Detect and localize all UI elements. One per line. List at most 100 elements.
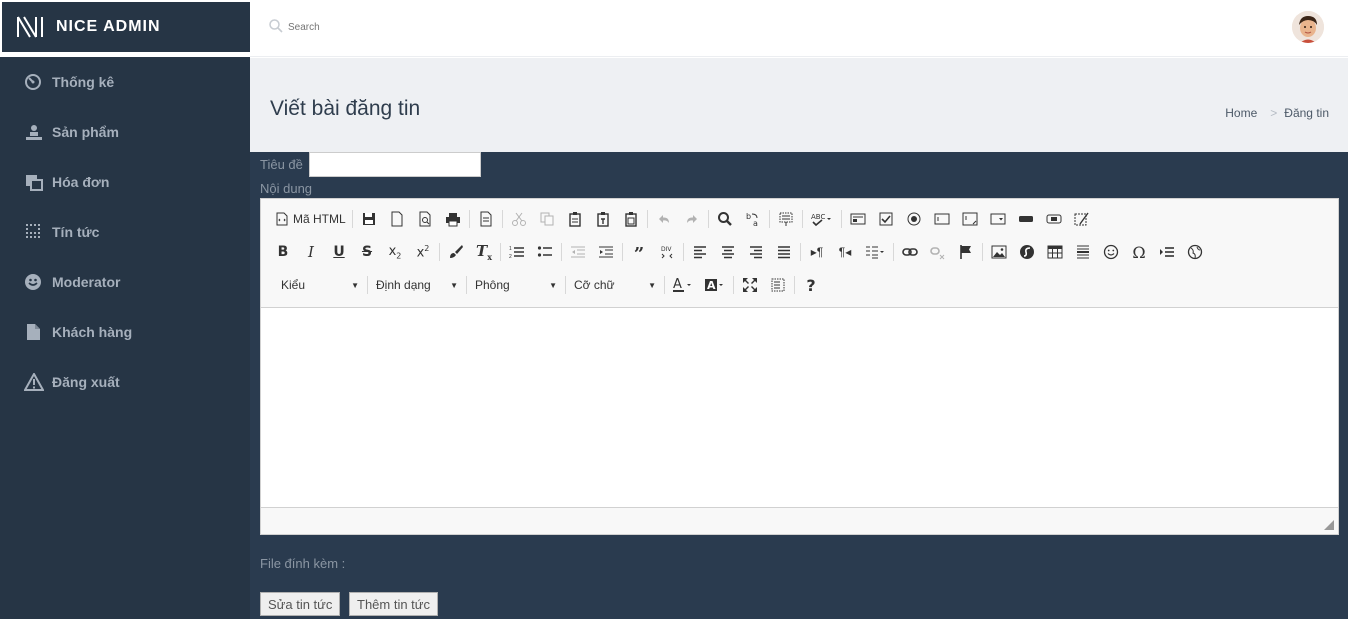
toolbar-row-3: Kiểu ▼ Định dạng ▼ Phông ▼ Cỡ chữ ▼ A A ? — [275, 272, 825, 298]
svg-text:ABC: ABC — [811, 213, 825, 221]
omega-icon: Ω — [1132, 242, 1146, 262]
styles-dropdown[interactable]: Kiểu ▼ — [275, 274, 365, 296]
new-page-button[interactable] — [383, 207, 411, 231]
text-field-button[interactable] — [928, 207, 956, 231]
sidebar-item-logout[interactable]: Đăng xuất — [24, 372, 120, 392]
help-button[interactable]: ? — [797, 273, 825, 297]
form-button[interactable] — [844, 207, 872, 231]
toolbar-separator — [501, 210, 503, 228]
copy-format-button[interactable] — [442, 240, 470, 264]
align-center-button[interactable] — [714, 240, 742, 264]
search-icon[interactable] — [268, 18, 284, 34]
strikethrough-icon: S — [361, 244, 373, 260]
link-button[interactable] — [896, 240, 924, 264]
avatar[interactable] — [1292, 11, 1324, 43]
subscript-button[interactable]: x2 — [381, 240, 409, 264]
superscript-button[interactable]: x2 — [409, 240, 437, 264]
svg-text:a: a — [753, 219, 758, 227]
button-field-button[interactable] — [1012, 207, 1040, 231]
justify-button[interactable] — [770, 240, 798, 264]
undo-button[interactable] — [650, 207, 678, 231]
remove-format-button[interactable]: Tx — [470, 240, 498, 264]
sidebar-item-invoices[interactable]: Hóa đơn — [24, 172, 109, 192]
image-button-field-button[interactable] — [1040, 207, 1068, 231]
smiley-button[interactable] — [1097, 240, 1125, 264]
ltr-button[interactable]: ▸¶ — [803, 240, 831, 264]
paste-text-button[interactable] — [589, 207, 617, 231]
bold-button[interactable]: B — [269, 240, 297, 264]
flash-icon — [1020, 245, 1034, 259]
print-button[interactable] — [439, 207, 467, 231]
paste-button[interactable] — [561, 207, 589, 231]
hidden-field-button[interactable] — [1068, 207, 1096, 231]
save-button[interactable] — [355, 207, 383, 231]
special-char-button[interactable]: Ω — [1125, 240, 1153, 264]
breadcrumb-home[interactable]: Home — [1225, 106, 1257, 120]
templates-button[interactable] — [472, 207, 500, 231]
radio-button[interactable] — [900, 207, 928, 231]
replace-button[interactable]: ba — [739, 207, 767, 231]
align-right-button[interactable] — [742, 240, 770, 264]
flash-button[interactable] — [1013, 240, 1041, 264]
preview-button[interactable] — [411, 207, 439, 231]
strikethrough-button[interactable]: S — [353, 240, 381, 264]
spellcheck-icon: ABC — [811, 213, 831, 227]
sidebar-item-dashboard[interactable]: Thống kê — [24, 72, 114, 92]
svg-text:b: b — [746, 212, 751, 221]
file-icon — [27, 324, 40, 340]
find-button[interactable] — [711, 207, 739, 231]
page-break-button[interactable] — [1153, 240, 1181, 264]
align-left-button[interactable] — [686, 240, 714, 264]
indent-button[interactable] — [592, 240, 620, 264]
unlink-button[interactable] — [924, 240, 952, 264]
div-container-button[interactable]: DIV — [653, 240, 681, 264]
source-button[interactable]: Mã HTML — [271, 212, 350, 226]
outdent-button[interactable] — [564, 240, 592, 264]
redo-button[interactable] — [678, 207, 706, 231]
rtl-button[interactable]: ¶◂ — [831, 240, 859, 264]
title-input[interactable] — [309, 152, 481, 177]
textarea-button[interactable] — [956, 207, 984, 231]
ltr-icon: ▸¶ — [810, 245, 824, 259]
select-all-button[interactable] — [772, 207, 800, 231]
search-input[interactable] — [288, 18, 488, 36]
table-button[interactable] — [1041, 240, 1069, 264]
checkbox-button[interactable] — [872, 207, 900, 231]
underline-button[interactable]: U — [325, 240, 353, 264]
format-dropdown[interactable]: Định dạng ▼ — [370, 274, 464, 296]
horizontal-rule-button[interactable] — [1069, 240, 1097, 264]
font-size-dropdown[interactable]: Cỡ chữ ▼ — [568, 274, 662, 296]
edit-news-button[interactable]: Sửa tin tức — [260, 592, 341, 616]
toolbar-separator — [565, 276, 566, 294]
preview-icon — [419, 211, 431, 227]
background-color-button[interactable]: A — [699, 273, 731, 297]
maximize-button[interactable] — [736, 273, 764, 297]
paste-word-button[interactable] — [617, 207, 645, 231]
resize-handle-icon[interactable] — [1324, 520, 1334, 530]
sidebar-item-products[interactable]: Sản phẩm — [24, 122, 119, 142]
sidebar-item-news[interactable]: Tín tức — [24, 222, 99, 242]
language-button[interactable] — [859, 240, 891, 264]
numbered-list-button[interactable]: 12 — [503, 240, 531, 264]
add-news-button[interactable]: Thêm tin tức — [349, 592, 438, 616]
anchor-button[interactable] — [952, 240, 980, 264]
sidebar-item-moderator[interactable]: Moderator — [24, 272, 120, 292]
page-title: Viết bài đăng tin — [270, 97, 421, 120]
iframe-button[interactable] — [1181, 240, 1209, 264]
editor-content-area[interactable] — [261, 307, 1338, 508]
bulleted-list-button[interactable] — [531, 240, 559, 264]
bold-icon: B — [277, 244, 289, 260]
cut-button[interactable] — [505, 207, 533, 231]
copy-button[interactable] — [533, 207, 561, 231]
sidebar-item-customers[interactable]: Khách hàng — [24, 322, 132, 342]
show-blocks-button[interactable] — [764, 273, 792, 297]
font-dropdown[interactable]: Phông ▼ — [469, 274, 563, 296]
spellcheck-button[interactable]: ABC — [805, 207, 839, 231]
logo[interactable]: NICE ADMIN — [2, 2, 251, 52]
italic-button[interactable]: I — [297, 240, 325, 264]
select-field-button[interactable] — [984, 207, 1012, 231]
rtl-icon: ¶◂ — [838, 245, 852, 259]
image-button[interactable] — [985, 240, 1013, 264]
blockquote-button[interactable]: ” — [625, 240, 653, 264]
text-color-button[interactable]: A — [667, 273, 699, 297]
